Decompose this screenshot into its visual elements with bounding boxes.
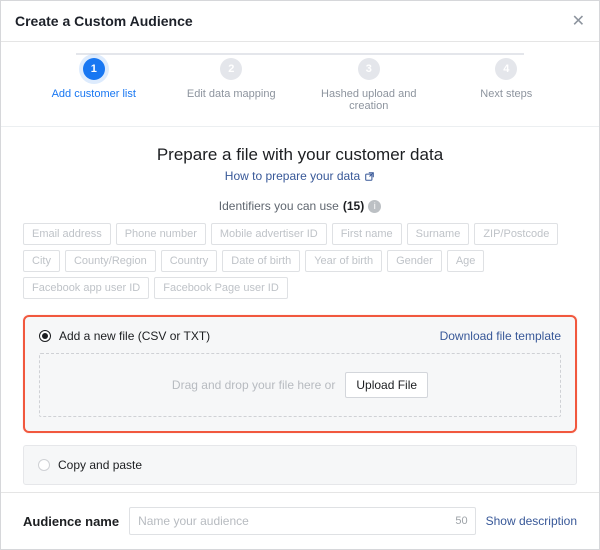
- show-description-link[interactable]: Show description: [486, 514, 577, 528]
- add-new-file-radio-row[interactable]: Add a new file (CSV or TXT): [39, 329, 210, 343]
- chip-zip[interactable]: ZIP/Postcode: [474, 223, 558, 245]
- chip-fb-app-user-id[interactable]: Facebook app user ID: [23, 277, 149, 299]
- chip-county-region[interactable]: County/Region: [65, 250, 156, 272]
- upload-file-button[interactable]: Upload File: [345, 372, 428, 398]
- identifiers-count: (15): [343, 199, 364, 213]
- chip-email[interactable]: Email address: [23, 223, 111, 245]
- chip-yob[interactable]: Year of birth: [305, 250, 382, 272]
- close-button[interactable]: ✕: [572, 11, 585, 31]
- chip-first-name[interactable]: First name: [332, 223, 402, 245]
- chip-mobile-advertiser-id[interactable]: Mobile advertiser ID: [211, 223, 327, 245]
- copy-paste-card: Copy and paste: [23, 445, 577, 485]
- footer: Audience name 50 Show description: [1, 492, 599, 549]
- modal-header: Create a Custom Audience ✕: [1, 1, 599, 42]
- chip-country[interactable]: Country: [161, 250, 218, 272]
- radio-unselected-icon: [38, 459, 50, 471]
- external-link-icon: [364, 171, 375, 182]
- audience-name-input[interactable]: [129, 507, 476, 535]
- chip-age[interactable]: Age: [447, 250, 485, 272]
- file-dropzone[interactable]: Drag and drop your file here or Upload F…: [39, 353, 561, 417]
- add-new-file-card: Add a new file (CSV or TXT) Download fil…: [23, 315, 577, 433]
- chip-dob[interactable]: Date of birth: [222, 250, 300, 272]
- chip-phone[interactable]: Phone number: [116, 223, 206, 245]
- step-3[interactable]: 3 Hashed upload and creation: [300, 58, 438, 112]
- audience-name-input-wrap: 50: [129, 507, 476, 535]
- chip-gender[interactable]: Gender: [387, 250, 442, 272]
- step-1[interactable]: 1 Add customer list: [25, 58, 163, 100]
- copy-paste-radio-row[interactable]: Copy and paste: [38, 458, 562, 472]
- add-new-file-header: Add a new file (CSV or TXT) Download fil…: [39, 329, 561, 343]
- chip-surname[interactable]: Surname: [407, 223, 470, 245]
- how-to-prepare-link[interactable]: How to prepare your data: [225, 169, 360, 183]
- section-title: Prepare a file with your customer data: [23, 145, 577, 165]
- stepper: 1 Add customer list 2 Edit data mapping …: [1, 42, 599, 127]
- help-link-row: How to prepare your data: [23, 169, 577, 183]
- step-3-label: Hashed upload and creation: [300, 88, 438, 112]
- info-icon[interactable]: i: [368, 200, 381, 213]
- step-1-circle: 1: [83, 58, 105, 80]
- content-area: Prepare a file with your customer data H…: [1, 127, 599, 492]
- chip-fb-page-user-id[interactable]: Facebook Page user ID: [154, 277, 288, 299]
- char-limit: 50: [455, 515, 467, 527]
- identifier-chips: Email address Phone number Mobile advert…: [23, 223, 577, 299]
- step-2-circle: 2: [220, 58, 242, 80]
- chip-city[interactable]: City: [23, 250, 60, 272]
- copy-paste-label: Copy and paste: [58, 458, 142, 472]
- step-4-circle: 4: [495, 58, 517, 80]
- download-file-template-link[interactable]: Download file template: [440, 329, 561, 343]
- step-4[interactable]: 4 Next steps: [438, 58, 576, 100]
- step-4-label: Next steps: [480, 88, 532, 100]
- step-3-circle: 3: [358, 58, 380, 80]
- dropzone-text: Drag and drop your file here or: [172, 378, 335, 392]
- step-line: [76, 53, 525, 55]
- create-custom-audience-modal: Create a Custom Audience ✕ 1 Add custome…: [0, 0, 600, 550]
- modal-title: Create a Custom Audience: [15, 13, 193, 29]
- step-1-label: Add customer list: [52, 88, 136, 100]
- step-2[interactable]: 2 Edit data mapping: [163, 58, 301, 100]
- close-icon: ✕: [572, 13, 585, 30]
- step-2-label: Edit data mapping: [187, 88, 276, 100]
- audience-name-label: Audience name: [23, 514, 119, 529]
- radio-selected-icon: [39, 330, 51, 342]
- identifiers-label: Identifiers you can use: [219, 199, 339, 213]
- add-new-file-label: Add a new file (CSV or TXT): [59, 329, 210, 343]
- identifiers-heading: Identifiers you can use (15) i: [23, 199, 577, 213]
